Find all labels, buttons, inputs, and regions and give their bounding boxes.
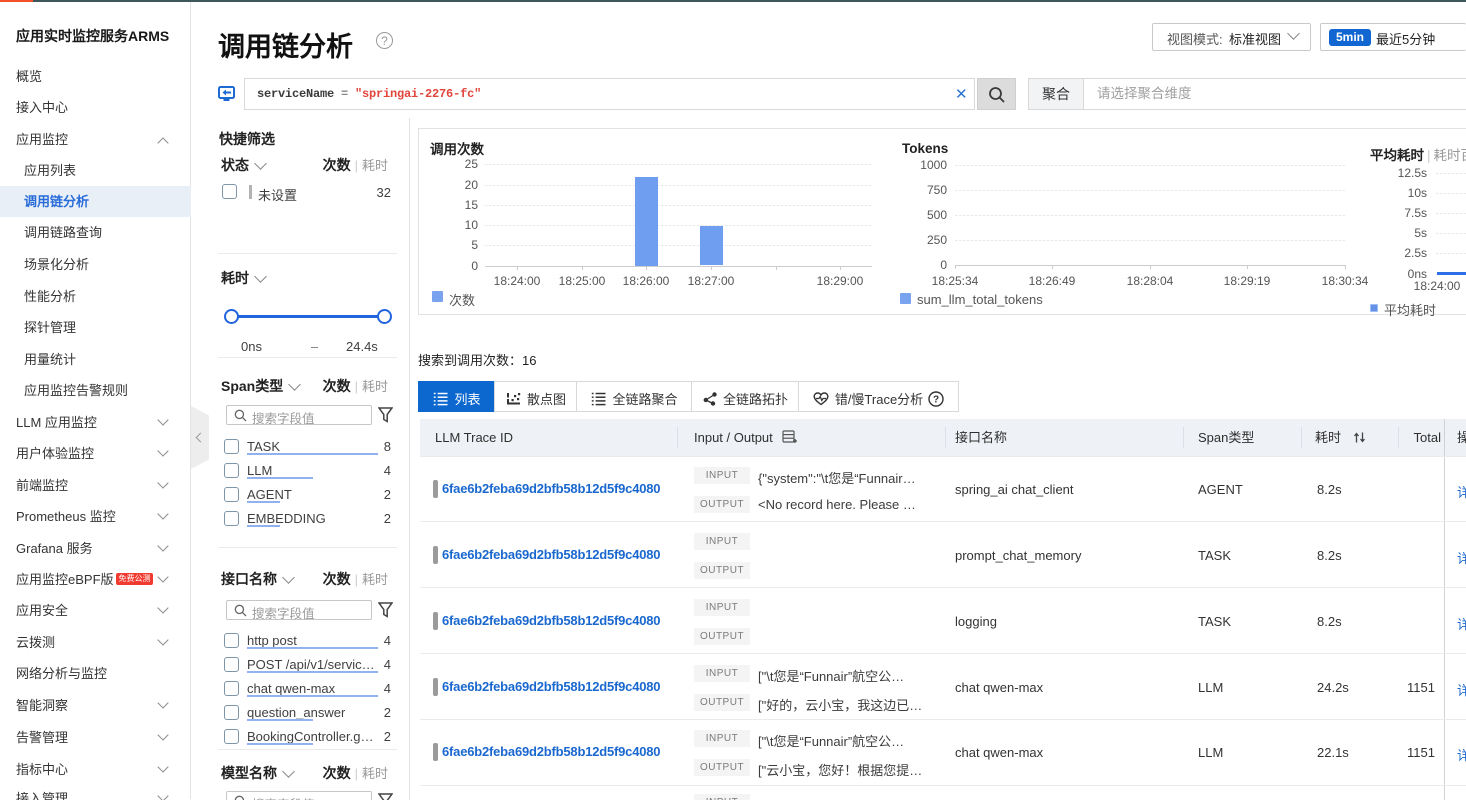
svg-text:?: ? [933, 395, 939, 406]
